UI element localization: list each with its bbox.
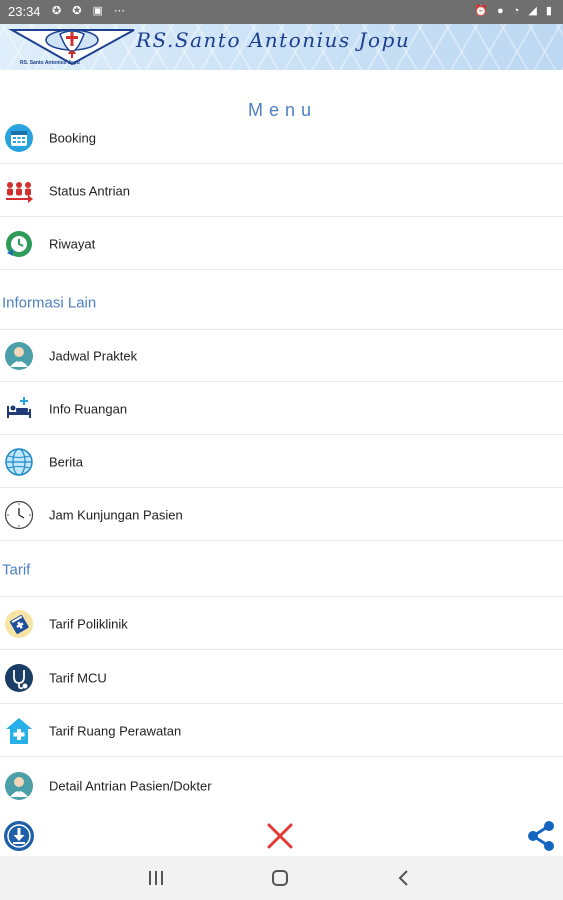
bottom-toolbar <box>0 816 563 856</box>
status-time: 23:34 <box>8 4 41 19</box>
menu-item-label: Tarif Ruang Perawatan <box>49 723 182 738</box>
calendar-icon <box>5 123 33 152</box>
hospital-bed-icon <box>7 396 31 418</box>
menu-item-label: Detail Antrian Pasien/Dokter <box>49 778 212 794</box>
menu-item-label: Riwayat <box>49 236 96 251</box>
stethoscope-icon <box>5 663 33 692</box>
menu-item-info-ruangan[interactable]: Info Ruangan <box>0 383 563 435</box>
menu-item-riwayat[interactable]: Riwayat <box>0 218 563 270</box>
home-icon[interactable] <box>268 866 292 890</box>
section-informasi-lain: Informasi Lain <box>0 276 563 330</box>
recent-apps-icon[interactable] <box>144 866 168 890</box>
clock-icon <box>4 500 34 529</box>
close-icon[interactable] <box>264 820 296 852</box>
history-icon <box>6 230 32 257</box>
section-heading: Tarif <box>2 561 31 578</box>
doctor-icon <box>5 772 33 800</box>
system-status-icons: ⏰ ● ◔ ◢ ▮ <box>474 5 555 17</box>
share-icon[interactable] <box>525 820 557 852</box>
menu-item-detail-antrian[interactable]: Detail Antrian Pasien/Dokter <box>0 760 563 812</box>
queue-icon <box>6 181 33 203</box>
medical-book-icon <box>5 609 33 638</box>
menu-item-label: Status Antrian <box>49 183 130 198</box>
menu-item-label: Tarif MCU <box>49 670 107 685</box>
hospital-name: RS.Santo Antonius Jopu <box>136 28 411 52</box>
menu-item-jadwal-praktek[interactable]: Jadwal Praktek <box>0 330 563 382</box>
menu-item-label: Info Ruangan <box>49 401 128 416</box>
section-heading: Informasi Lain <box>2 294 97 311</box>
menu-item-label: Tarif Poliklinik <box>49 616 128 631</box>
menu-item-tarif-poliklinik[interactable]: Tarif Poliklinik <box>0 598 563 650</box>
download-icon[interactable] <box>3 820 35 852</box>
back-icon[interactable] <box>392 866 416 890</box>
notification-icons: ✪ ✪ ▣ ⋯ <box>52 5 129 17</box>
hospital-logo-icon: RS. Santo Antonius Jopu <box>8 29 135 66</box>
globe-icon <box>5 447 33 476</box>
menu-item-status-antrian[interactable]: Status Antrian <box>0 165 563 217</box>
menu-item-booking[interactable]: Booking <box>0 112 563 164</box>
status-bar: 23:34 ✪ ✪ ▣ ⋯ ⏰ ● ◔ ◢ ▮ <box>0 0 563 24</box>
doctor-icon <box>5 341 33 370</box>
hospital-header-banner: RS. Santo Antonius Jopu RS.Santo Antoniu… <box>0 24 563 70</box>
menu-item-label: Jam Kunjungan Pasien <box>49 507 183 522</box>
logo-caption: RS. Santo Antonius Jopu <box>20 60 80 66</box>
menu-item-jam-kunjungan[interactable]: Jam Kunjungan Pasien <box>0 489 563 541</box>
menu-item-label: Berita <box>49 454 83 469</box>
hospital-icon <box>6 717 32 744</box>
menu-item-berita[interactable]: Berita <box>0 436 563 488</box>
menu-item-tarif-mcu[interactable]: Tarif MCU <box>0 652 563 704</box>
section-tarif: Tarif <box>0 543 563 597</box>
menu-item-tarif-ruang-perawatan[interactable]: Tarif Ruang Perawatan <box>0 705 563 757</box>
system-navigation-bar <box>0 856 563 900</box>
menu-item-label: Jadwal Praktek <box>49 348 138 363</box>
menu-item-label: Booking <box>49 130 96 145</box>
